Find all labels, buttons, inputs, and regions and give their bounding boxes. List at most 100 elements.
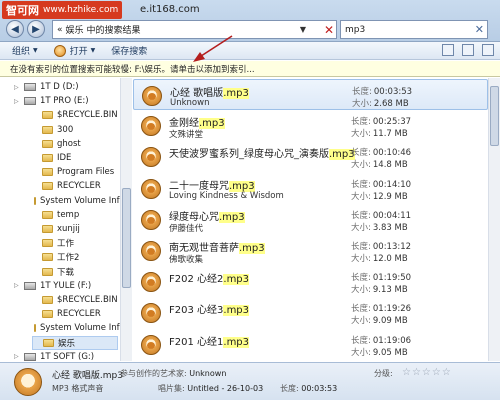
nav-item[interactable]: RECYCLER xyxy=(32,179,118,193)
file-name: 心经 歌唱版.mp3 xyxy=(170,84,249,99)
nav-item[interactable]: ghost xyxy=(32,137,118,151)
size-label: 大小: xyxy=(351,191,371,202)
file-length: 长度: 01:19:50 xyxy=(351,271,411,283)
address-bar[interactable]: « 娱乐 中的搜索结果 xyxy=(52,20,337,39)
folder-icon xyxy=(42,168,53,177)
nav-item[interactable]: $RECYCLE.BIN xyxy=(32,293,118,307)
nav-item[interactable]: 下载 xyxy=(32,265,118,279)
file-name: 天使波罗蜜系列_绿度母心咒_演奏版.mp3 xyxy=(169,145,355,161)
length-label: 长度: xyxy=(351,304,371,315)
file-row[interactable]: 绿度母心咒.mp3 伊藤佳代 长度: 00:04:11 大小: 3.83 MB xyxy=(133,204,488,235)
drive-icon xyxy=(24,281,36,290)
expand-triangle-icon[interactable]: ▷ xyxy=(14,98,22,105)
size-label: 大小: xyxy=(351,347,371,358)
media-file-icon xyxy=(141,241,161,261)
file-row[interactable]: 金刚经.mp3 文殊讲堂 长度: 00:25:37 大小: 11.7 MB xyxy=(133,110,488,141)
watermark-brand: 智可网 xyxy=(6,4,39,17)
size-label: 大小: xyxy=(352,99,372,109)
nav-item-label: ghost xyxy=(57,138,81,149)
nav-item[interactable]: 300 xyxy=(32,123,118,137)
nav-item[interactable]: Program Files xyxy=(32,165,118,179)
search-input[interactable]: mp3 ✕ xyxy=(340,20,488,39)
nav-scroll-thumb[interactable] xyxy=(122,188,131,288)
nav-item[interactable]: RECYCLER xyxy=(32,307,118,321)
nav-item-label: $RECYCLE.BIN xyxy=(57,110,118,121)
file-artist: Loving Kindness & Wisdom xyxy=(169,190,284,201)
file-base-name: F201 心经1 xyxy=(169,336,224,348)
album-value[interactable]: Untitled - 26-10-03 xyxy=(187,384,263,393)
length-label: 长度: xyxy=(351,117,371,128)
open-button[interactable]: 打开 ▼ xyxy=(53,44,96,57)
chevron-down-icon: ▼ xyxy=(90,47,96,54)
length-label: 长度: xyxy=(351,179,371,190)
folder-icon xyxy=(42,154,53,162)
file-row[interactable]: F202 心经2.mp3 长度: 01:19:50 大小: 9.13 MB xyxy=(133,266,488,297)
search-highlight: .mp3 xyxy=(223,274,250,286)
rating-stars[interactable]: ☆☆☆☆☆ xyxy=(402,367,452,378)
file-length: 长度: 01:19:06 xyxy=(351,334,411,346)
nav-item[interactable]: temp xyxy=(32,208,118,222)
length-value: 00:13:12 xyxy=(372,242,412,252)
file-row[interactable]: 南无观世音菩萨.mp3 佛歌收集 长度: 00:13:12 大小: 12.0 MB xyxy=(133,235,488,266)
breadcrumb-results[interactable]: 中的搜索结果 xyxy=(87,23,141,36)
details-file-type: MP3 格式声音 xyxy=(52,384,104,393)
breadcrumb-overflow[interactable]: « xyxy=(57,25,63,35)
nav-item-label: 娱乐 xyxy=(58,338,76,349)
back-button[interactable]: ◀ xyxy=(6,20,24,38)
nav-item[interactable]: ▷ 1T PRO (E:) xyxy=(14,94,118,108)
nav-item[interactable]: 工作 xyxy=(32,236,118,250)
results-scroll-thumb[interactable] xyxy=(490,86,499,146)
nav-scrollbar[interactable] xyxy=(120,78,132,361)
preview-pane-icon[interactable] xyxy=(462,44,474,56)
nav-item[interactable]: 工作2 xyxy=(32,250,118,264)
file-row[interactable]: F203 心经3.mp3 长度: 01:19:26 大小: 9.09 MB xyxy=(133,297,488,328)
nav-item[interactable]: ▷ 1T D (D:) xyxy=(14,80,118,94)
artist-value[interactable]: Unknown xyxy=(189,369,226,378)
nav-item[interactable]: System Volume Info xyxy=(32,194,125,208)
help-icon[interactable] xyxy=(482,44,494,56)
nav-item[interactable]: ▷ 1T SOFT (G:) xyxy=(14,350,118,361)
details-length: 长度: 00:03:53 xyxy=(280,383,337,394)
nav-item[interactable]: 娱乐 xyxy=(32,335,118,350)
file-size: 大小: 9.09 MB xyxy=(351,314,408,326)
size-label: 大小: xyxy=(351,254,371,264)
folder-icon xyxy=(42,225,53,233)
save-search-button[interactable]: 保存搜索 xyxy=(111,44,147,57)
file-size: 大小: 12.9 MB xyxy=(351,190,408,202)
search-highlight: .mp3 xyxy=(239,243,265,254)
clear-search-icon[interactable]: ✕ xyxy=(475,23,484,36)
nav-item-label: 300 xyxy=(57,124,74,135)
breadcrumb-folder[interactable]: 娱乐 xyxy=(66,23,84,36)
command-bar: 组织 ▼ 打开 ▼ 保存搜索 xyxy=(0,42,500,60)
stop-search-icon[interactable]: ✕ xyxy=(322,21,336,38)
index-info-bar[interactable]: 在没有索引的位置搜索可能较慢: F:\娱乐。请单击以添加到索引... xyxy=(0,61,500,77)
media-file-icon xyxy=(141,178,161,199)
file-row[interactable]: 心经 歌唱版.mp3 Unknown 长度: 00:03:53 大小: 2.68 MB xyxy=(133,79,488,110)
file-name: F201 心经1.mp3 xyxy=(169,333,250,348)
nav-item[interactable]: System Volume Info xyxy=(32,321,125,335)
file-length: 长度: 00:03:53 xyxy=(352,85,412,97)
file-row[interactable]: 二十一度母咒.mp3 Loving Kindness & Wisdom 长度: 00:… xyxy=(133,173,488,204)
view-options-icon[interactable] xyxy=(442,44,454,56)
expand-triangle-icon[interactable]: ▷ xyxy=(14,84,22,91)
nav-item[interactable]: $RECYCLE.BIN xyxy=(32,108,118,122)
results-scrollbar[interactable] xyxy=(488,78,500,361)
size-value: 12.9 MB xyxy=(372,191,408,202)
nav-item[interactable]: IDE xyxy=(32,151,118,165)
organize-button[interactable]: 组织 ▼ xyxy=(12,44,38,57)
file-row[interactable]: 天使波罗蜜系列_绿度母心咒_演奏版.mp3 长度: 00:10:46 大小: 14.8 … xyxy=(133,141,488,172)
media-file-icon xyxy=(141,209,161,230)
file-row[interactable]: F201 心经1.mp3 长度: 01:19:06 大小: 9.05 MB xyxy=(133,329,488,360)
expand-triangle-icon[interactable]: ▷ xyxy=(14,282,22,289)
folder-icon xyxy=(34,324,36,333)
nav-item[interactable]: ▷ 1T YULE (F:) xyxy=(14,279,118,293)
address-dropdown-icon[interactable]: ▼ xyxy=(296,21,310,38)
forward-arrow-icon: ▶ xyxy=(32,23,40,35)
length-value: 01:19:06 xyxy=(372,335,412,346)
file-name: F202 心经2.mp3 xyxy=(169,270,250,286)
expand-triangle-icon[interactable]: ▷ xyxy=(14,353,22,360)
media-file-icon xyxy=(141,334,161,355)
file-name: 绿度母心咒.mp3 xyxy=(169,208,245,223)
forward-button[interactable]: ▶ xyxy=(27,20,45,38)
nav-item[interactable]: xunjij xyxy=(32,222,118,236)
